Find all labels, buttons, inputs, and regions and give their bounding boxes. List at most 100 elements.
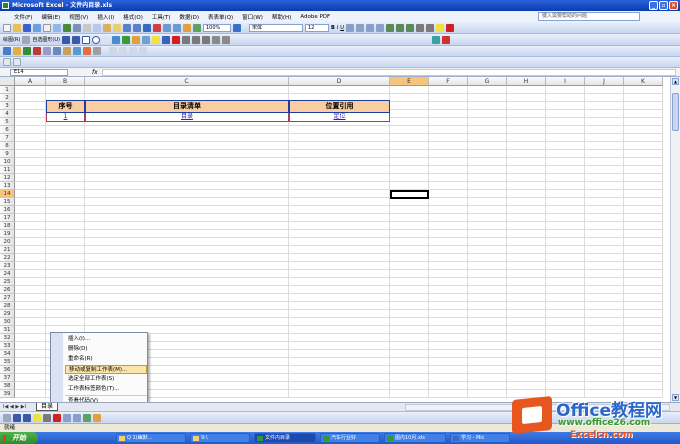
scroll-up-icon[interactable]: ▲ — [672, 78, 679, 85]
form-icon-5[interactable] — [43, 47, 51, 55]
line-color-icon[interactable] — [161, 35, 170, 44]
row-header-5[interactable]: 5 — [0, 118, 15, 126]
task-item-4[interactable]: 汽车行业好 — [320, 433, 380, 443]
spelling-icon[interactable] — [63, 23, 71, 32]
row-header-34[interactable]: 34 — [0, 350, 15, 358]
col-header-k[interactable]: K — [624, 77, 663, 86]
underline-button[interactable]: U — [340, 25, 344, 31]
redo-icon[interactable] — [133, 23, 141, 32]
dash-style-icon[interactable] — [191, 35, 200, 44]
row-header-10[interactable]: 10 — [0, 158, 15, 166]
ctx-rename[interactable]: 重命名(R) — [65, 355, 147, 364]
print-preview-icon[interactable] — [53, 23, 61, 32]
col-header-e[interactable]: E — [390, 77, 429, 86]
task-item-5[interactable]: 图内10月.xls — [384, 433, 446, 443]
name-box[interactable]: E14 — [10, 69, 68, 76]
new-icon[interactable] — [3, 23, 11, 32]
row-header-23[interactable]: 23 — [0, 262, 15, 270]
draw-bottom-icon-7[interactable] — [63, 413, 71, 422]
percent-icon[interactable] — [395, 23, 404, 32]
permission-icon[interactable] — [33, 23, 41, 32]
col-header-h[interactable]: H — [507, 77, 546, 86]
col-header-a[interactable]: A — [15, 77, 46, 86]
rectangle-icon[interactable] — [81, 35, 90, 44]
ctx-delete[interactable]: 删除(D) — [65, 345, 147, 354]
col-header-b[interactable]: B — [46, 77, 85, 86]
picture-icon[interactable] — [141, 35, 150, 44]
task-item-1[interactable]: Q 1(幽默... — [116, 433, 186, 443]
draw-bottom-icon-6[interactable] — [53, 413, 61, 422]
control-toolbox-icon[interactable] — [129, 47, 137, 55]
row-header-32[interactable]: 32 — [0, 334, 15, 342]
research-icon[interactable] — [73, 23, 81, 32]
form-icon-9[interactable] — [83, 47, 91, 55]
sort-desc-icon[interactable] — [173, 23, 181, 32]
pdf-convert-icon[interactable] — [431, 35, 440, 44]
row-header-27[interactable]: 27 — [0, 294, 15, 302]
row-header-9[interactable]: 9 — [0, 150, 15, 158]
row-header-16[interactable]: 16 — [0, 206, 15, 214]
autosum-icon[interactable] — [153, 23, 161, 32]
row-header-39[interactable]: 39 — [0, 390, 15, 398]
menu-edit[interactable]: 编辑(E) — [41, 13, 60, 21]
formula-input[interactable] — [102, 69, 676, 76]
diagram-icon[interactable] — [121, 35, 130, 44]
row-header-35[interactable]: 35 — [0, 358, 15, 366]
row-header-19[interactable]: 19 — [0, 230, 15, 238]
row-header-1[interactable]: 1 — [0, 86, 15, 94]
row-header-6[interactable]: 6 — [0, 126, 15, 134]
align-center-icon[interactable] — [355, 23, 364, 32]
row-header-12[interactable]: 12 — [0, 174, 15, 182]
cut-icon[interactable] — [83, 23, 91, 32]
align-left-icon[interactable] — [345, 23, 354, 32]
row-header-21[interactable]: 21 — [0, 246, 15, 254]
header-location[interactable]: 位置引用 — [289, 100, 390, 113]
zoom-select[interactable]: 100% — [203, 23, 231, 32]
menu-tools[interactable]: 工具(T) — [152, 13, 171, 21]
col-header-i[interactable]: I — [546, 77, 585, 86]
design-mode-icon[interactable] — [139, 47, 147, 55]
italic-button[interactable]: I — [337, 25, 338, 31]
currency-icon[interactable] — [385, 23, 394, 32]
form-icon-1[interactable] — [3, 47, 11, 55]
form-icon-3[interactable] — [23, 47, 31, 55]
link-directory[interactable]: 目录 — [85, 113, 289, 122]
menu-view[interactable]: 视图(V) — [69, 13, 88, 21]
row-header-36[interactable]: 36 — [0, 366, 15, 374]
row-header-38[interactable]: 38 — [0, 382, 15, 390]
sheet-tab-mulu[interactable]: 目录 — [36, 403, 58, 411]
col-header-f[interactable]: F — [429, 77, 468, 86]
drawing-icon[interactable] — [193, 23, 201, 32]
ctx-insert[interactable]: 插入(I)... — [65, 335, 147, 344]
help-search-input[interactable]: 键入需要帮助的问题 — [538, 12, 640, 21]
copy-icon[interactable] — [93, 23, 101, 32]
ctx-move-copy[interactable]: 移动或复制工作表(M)... — [65, 365, 147, 374]
draw-bottom-icon-3[interactable] — [23, 413, 31, 422]
sheet-nav-arrows[interactable]: I◀ ◀ ▶ ▶I — [3, 404, 26, 411]
paste-icon[interactable] — [103, 23, 111, 32]
col-header-c[interactable]: C — [85, 77, 289, 86]
row-header-7[interactable]: 7 — [0, 134, 15, 142]
menu-forms[interactable]: 表表单(Q) — [208, 13, 233, 21]
borders-icon[interactable] — [425, 23, 434, 32]
form-icon-7[interactable] — [63, 47, 71, 55]
bold-button[interactable]: B — [331, 25, 335, 31]
scroll-thumb[interactable] — [672, 93, 679, 131]
row-header-22[interactable]: 22 — [0, 254, 15, 262]
draw-bottom-icon-10[interactable] — [93, 413, 101, 422]
draw-bottom-icon-5[interactable] — [43, 413, 51, 422]
row-header-11[interactable]: 11 — [0, 166, 15, 174]
row-header-29[interactable]: 29 — [0, 310, 15, 318]
hyperlink-icon[interactable] — [143, 23, 151, 32]
draw-bottom-icon-8[interactable] — [73, 413, 81, 422]
row-header-4[interactable]: 4 — [0, 110, 15, 118]
fx-icon[interactable]: fx — [92, 69, 98, 76]
row-header-8[interactable]: 8 — [0, 142, 15, 150]
header-directory[interactable]: 目录清单 — [85, 100, 289, 113]
chart-wizard-icon[interactable] — [183, 23, 191, 32]
format-painter-icon[interactable] — [113, 23, 121, 32]
link-locate[interactable]: 定位 — [289, 113, 390, 122]
clipart-icon[interactable] — [131, 35, 140, 44]
row-header-31[interactable]: 31 — [0, 326, 15, 334]
macro-icon[interactable] — [109, 47, 117, 55]
